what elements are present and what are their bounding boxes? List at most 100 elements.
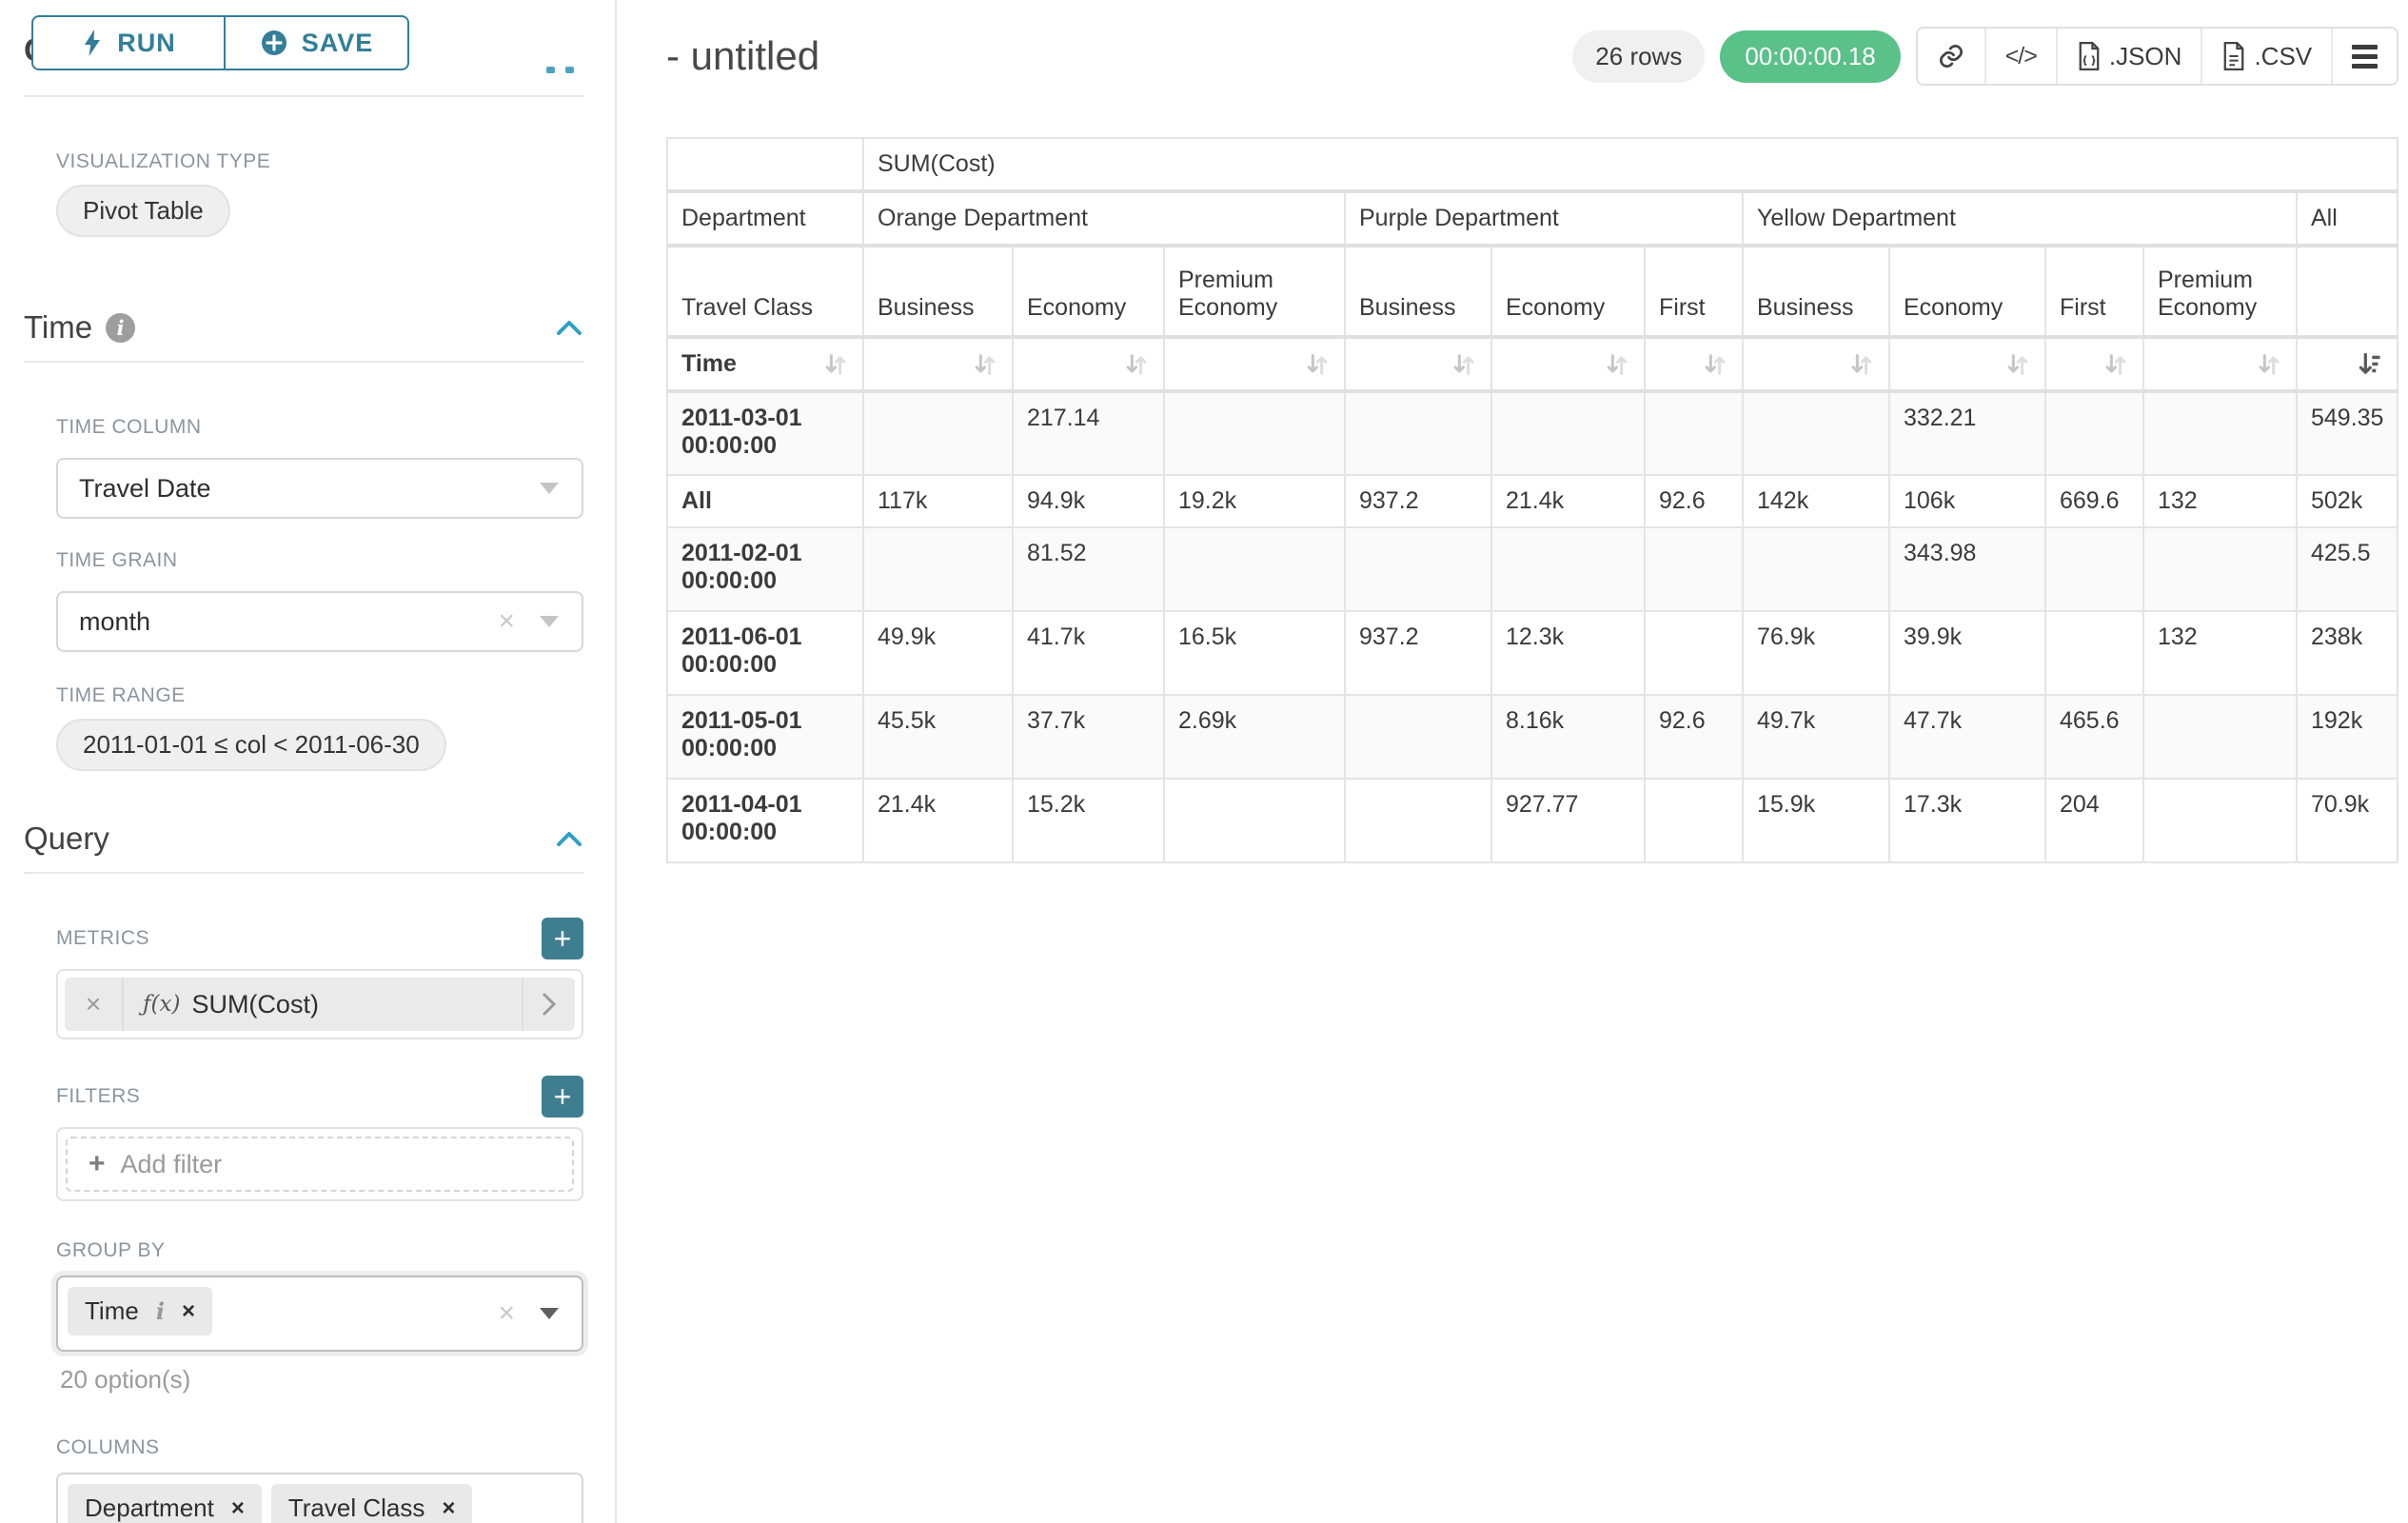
- time-range-chip[interactable]: 2011-01-01 ≤ col < 2011-06-30: [56, 719, 446, 771]
- time-column-select[interactable]: Travel Date: [56, 458, 583, 519]
- pivot-value-cell: 927.77: [1491, 779, 1645, 862]
- remove-tag-icon[interactable]: ×: [231, 1495, 245, 1522]
- section-divider: [24, 361, 583, 363]
- pivot-value-cell: [863, 391, 1013, 475]
- sort-header[interactable]: [1743, 337, 1889, 391]
- pivot-value-cell: [863, 527, 1013, 611]
- pivot-value-cell: [2143, 527, 2297, 611]
- sort-header[interactable]: [2143, 337, 2297, 391]
- travel-class-header: Business: [1345, 246, 1491, 337]
- export-csv-button[interactable]: .CSV: [2201, 29, 2331, 84]
- sort-header[interactable]: [1889, 337, 2045, 391]
- time-grain-select[interactable]: month ×: [56, 591, 583, 652]
- pivot-value-cell: [2045, 611, 2143, 695]
- info-icon[interactable]: i: [156, 1297, 165, 1325]
- chevron-up-icon[interactable]: [555, 318, 583, 337]
- pivot-value-cell: [2045, 391, 2143, 475]
- time-range-label: TIME RANGE: [56, 684, 583, 707]
- table-row: 2011-06-01 00:00:0049.9k41.7k16.5k937.21…: [667, 611, 2398, 695]
- export-json-button[interactable]: .JSON: [2056, 29, 2201, 84]
- pivot-value-cell: 16.5k: [1164, 611, 1345, 695]
- table-row: 2011-05-01 00:00:0045.5k37.7k2.69k8.16k9…: [667, 695, 2398, 779]
- row-header: All: [667, 475, 863, 527]
- hamburger-menu-icon: [2352, 45, 2378, 69]
- pivot-value-cell: 21.4k: [863, 779, 1013, 862]
- metric-header: SUM(Cost): [863, 138, 2398, 191]
- travel-class-header: Business: [1743, 246, 1889, 337]
- sort-header[interactable]: [1645, 337, 1743, 391]
- metric-pill[interactable]: × ƒ(x) SUM(Cost): [65, 978, 575, 1031]
- sort-header[interactable]: [1345, 337, 1491, 391]
- add-filter-plus-button[interactable]: +: [542, 1076, 583, 1118]
- table-row: 2011-02-01 00:00:0081.52343.98425.5: [667, 527, 2398, 611]
- remove-tag-icon[interactable]: ×: [442, 1495, 455, 1522]
- remove-tag-icon[interactable]: ×: [182, 1298, 195, 1325]
- pivot-value-cell: 937.2: [1345, 611, 1491, 695]
- columns-select[interactable]: Department × Travel Class × ×: [56, 1473, 583, 1523]
- chevron-right-icon[interactable]: [522, 978, 575, 1031]
- row-dimension-label: Time: [681, 350, 737, 378]
- travel-class-header: Premium Economy: [1164, 246, 1345, 337]
- add-metric-button[interactable]: +: [542, 918, 583, 959]
- columns-tag-department[interactable]: Department ×: [68, 1484, 262, 1523]
- pivot-value-cell: [2143, 391, 2297, 475]
- sort-header-active[interactable]: [2297, 337, 2398, 391]
- chart-title[interactable]: - untitled: [666, 33, 819, 79]
- clear-icon[interactable]: ×: [498, 605, 515, 638]
- travel-class-header: Business: [863, 246, 1013, 337]
- save-button[interactable]: SAVE: [226, 15, 409, 70]
- copy-link-button[interactable]: [1918, 29, 1984, 84]
- run-save-button-group: RUN SAVE: [31, 15, 409, 70]
- remove-metric-icon[interactable]: ×: [65, 978, 124, 1031]
- pivot-table: SUM(Cost)DepartmentOrange DepartmentPurp…: [666, 137, 2398, 863]
- viz-type-chip[interactable]: Pivot Table: [56, 185, 230, 237]
- pivot-value-cell: 132: [2143, 475, 2297, 527]
- department-group-header: Yellow Department: [1743, 191, 2297, 246]
- pivot-corner-cell: [667, 138, 863, 191]
- pivot-value-cell: 217.14: [1013, 391, 1164, 475]
- columns-tag-travel-class[interactable]: Travel Class ×: [271, 1484, 473, 1523]
- pivot-value-cell: [1645, 391, 1743, 475]
- pivot-value-cell: 192k: [2297, 695, 2398, 779]
- pivot-value-cell: 70.9k: [2297, 779, 2398, 862]
- embed-code-button[interactable]: </>: [1984, 29, 2056, 84]
- pivot-value-cell: 39.9k: [1889, 611, 2045, 695]
- group-by-select[interactable]: Time i × ×: [56, 1276, 583, 1352]
- sort-desc-icon: [2357, 351, 2383, 378]
- row-header: 2011-03-01 00:00:00: [667, 391, 863, 475]
- pivot-value-cell: 142k: [1743, 475, 1889, 527]
- more-menu-button[interactable]: [2331, 29, 2397, 84]
- pivot-value-cell: [1491, 391, 1645, 475]
- pivot-value-cell: 117k: [863, 475, 1013, 527]
- pivot-value-cell: 465.6: [2045, 695, 2143, 779]
- run-button[interactable]: RUN: [31, 15, 226, 70]
- sort-icon: [1123, 351, 1150, 378]
- info-icon[interactable]: i: [106, 313, 135, 343]
- sort-header[interactable]: [1491, 337, 1645, 391]
- filters-label: FILTERS: [56, 1085, 140, 1108]
- group-by-tag-time[interactable]: Time i ×: [68, 1287, 212, 1335]
- plus-circle-icon: [260, 29, 288, 57]
- add-filter-button[interactable]: + Add filter: [66, 1137, 574, 1192]
- sort-header[interactable]: [863, 337, 1013, 391]
- department-group-header: Purple Department: [1345, 191, 1743, 246]
- department-group-header: All: [2297, 191, 2398, 246]
- pivot-value-cell: [1743, 527, 1889, 611]
- sort-header[interactable]: [1013, 337, 1164, 391]
- chevron-up-icon[interactable]: [555, 829, 583, 848]
- control-panel: Chart Type RUN SAVE VISUALIZATION TYPE P…: [0, 0, 617, 1523]
- sort-header-time[interactable]: Time: [667, 337, 863, 391]
- pivot-value-cell: 47.7k: [1889, 695, 2045, 779]
- sort-header[interactable]: [1164, 337, 1345, 391]
- sort-header[interactable]: [2045, 337, 2143, 391]
- pivot-value-cell: 2.69k: [1164, 695, 1345, 779]
- time-grain-label: TIME GRAIN: [56, 549, 583, 572]
- pivot-value-cell: [2143, 695, 2297, 779]
- clear-icon[interactable]: ×: [498, 1297, 515, 1330]
- pivot-value-cell: [1164, 779, 1345, 862]
- pivot-value-cell: 669.6: [2045, 475, 2143, 527]
- plus-icon: +: [89, 1148, 106, 1180]
- sort-icon: [972, 351, 998, 378]
- metrics-container: × ƒ(x) SUM(Cost): [56, 969, 583, 1039]
- sort-icon: [2256, 351, 2282, 378]
